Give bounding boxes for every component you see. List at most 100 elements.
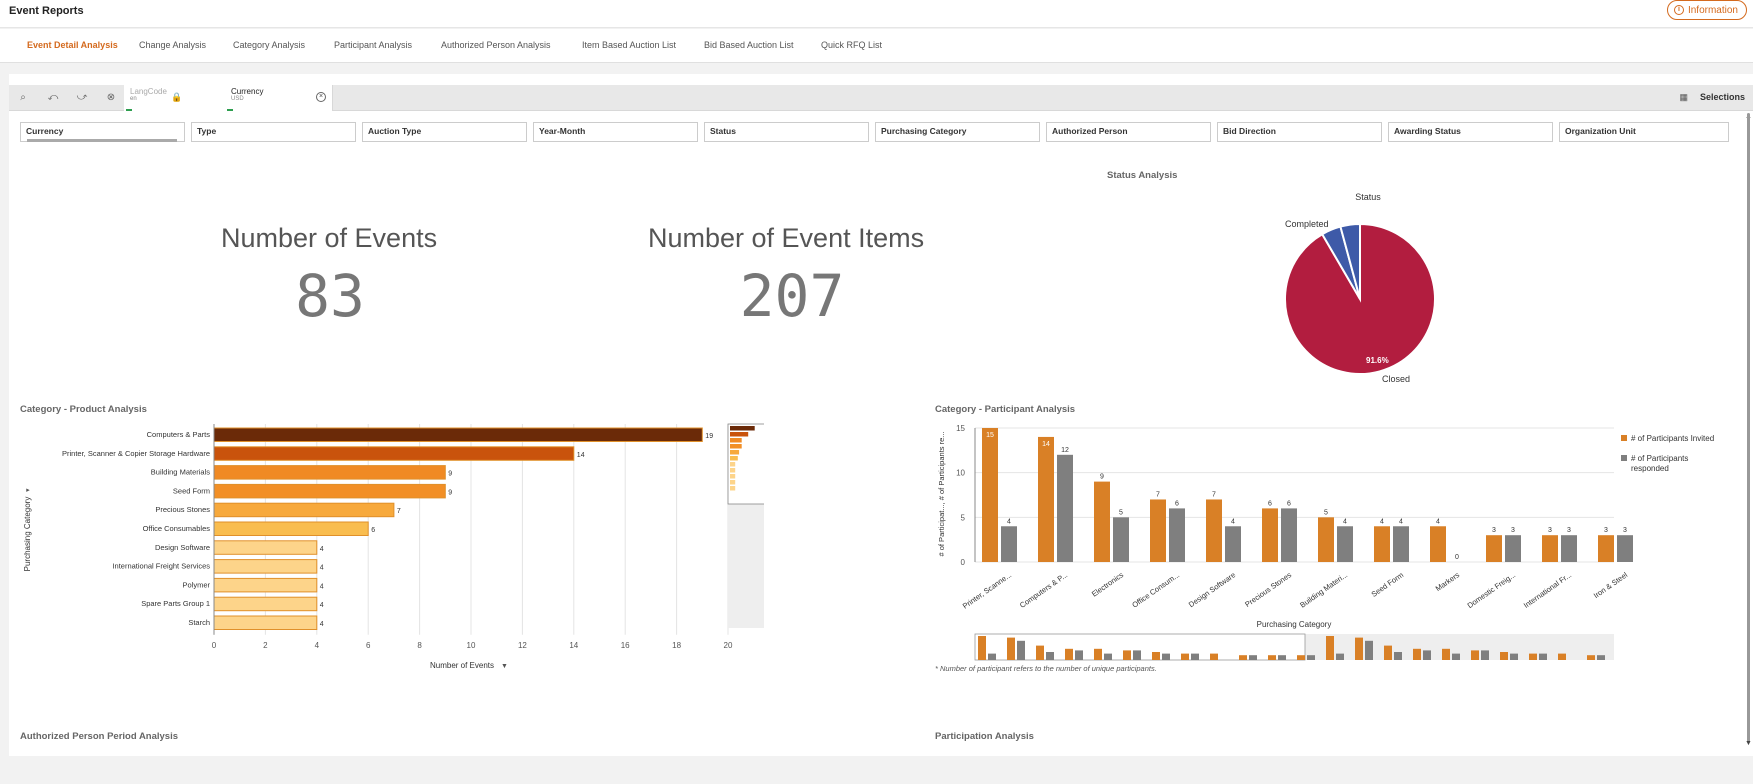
bar-invited[interactable] (1542, 535, 1558, 562)
navigator-bar (1471, 650, 1479, 660)
bar-invited[interactable] (1094, 481, 1110, 562)
bar-value-label: 5 (1324, 509, 1328, 516)
step-back-icon[interactable]: ⤺ (45, 90, 61, 106)
bar-responded[interactable] (1057, 454, 1073, 562)
step-forward-icon[interactable]: ⤻ (74, 90, 90, 106)
bar-invited[interactable] (1038, 436, 1054, 562)
bar-invited[interactable] (982, 428, 998, 562)
bar[interactable] (213, 502, 395, 518)
category-label: Design Software (1187, 570, 1237, 609)
x-tick-label: 4 (315, 641, 320, 650)
bar-responded[interactable] (1337, 526, 1353, 562)
preview-bar (730, 438, 742, 443)
bar-responded[interactable] (1561, 535, 1577, 562)
bar-invited[interactable] (1598, 535, 1614, 562)
participation-title: Participation Analysis (935, 731, 1034, 742)
chip-value: USD (231, 96, 244, 102)
tab-event-detail-analysis[interactable]: Event Detail Analysis (27, 40, 118, 50)
x-tick-label: 14 (569, 641, 578, 650)
tab-participant-analysis[interactable]: Participant Analysis (334, 40, 412, 50)
filter-currency[interactable]: Currency (20, 122, 185, 142)
bar-invited[interactable] (1486, 535, 1502, 562)
bar[interactable] (213, 540, 318, 555)
filter-year-month[interactable]: Year-Month (533, 122, 698, 142)
lock-icon: 🔒 (171, 92, 183, 102)
information-button[interactable]: i Information (1666, 0, 1747, 20)
tab-quick-rfq-list[interactable]: Quick RFQ List (821, 40, 882, 50)
sheet-scrollbar[interactable]: ▲ ▼ (1744, 113, 1753, 747)
scrollbar-thumb[interactable] (1747, 113, 1750, 743)
x-tick-label: 2 (263, 641, 268, 650)
bar[interactable] (213, 427, 703, 442)
tab-change-analysis[interactable]: Change Analysis (139, 40, 206, 50)
bar-value-label: 0 (1455, 554, 1459, 561)
bar[interactable] (213, 577, 318, 593)
selections-icon[interactable]: ▦ (1679, 92, 1688, 103)
bar-invited[interactable] (1150, 499, 1166, 562)
filter-chip-langcode[interactable]: LangCode en 🔒 (124, 85, 234, 111)
category-label: Starch (188, 618, 210, 627)
filter-organization-unit[interactable]: Organization Unit (1559, 122, 1729, 142)
bar-responded[interactable] (1001, 526, 1017, 562)
pie-value-closed: 91.6% (1366, 356, 1389, 365)
bar-responded[interactable] (1225, 526, 1241, 562)
navigator-bar (1036, 645, 1044, 660)
bar-value-label: 9 (448, 489, 452, 496)
bar-value-label: 9 (1100, 474, 1104, 481)
bar[interactable] (213, 559, 318, 574)
filter-purchasing-category[interactable]: Purchasing Category (875, 122, 1040, 142)
selections-button[interactable]: Selections (1700, 92, 1745, 102)
bar[interactable] (213, 615, 318, 630)
category-label: Polymer (182, 580, 210, 589)
scroll-down-icon[interactable]: ▼ (1745, 740, 1752, 747)
tab-bid-based-auction-list[interactable]: Bid Based Auction List (704, 40, 794, 50)
footnote: * Number of participant refers to the nu… (935, 664, 1157, 673)
smart-search-icon[interactable]: ⌕ (15, 90, 31, 106)
chip-label: Currency (231, 87, 264, 96)
tab-item-based-auction-list[interactable]: Item Based Auction List (582, 40, 676, 50)
bar-invited[interactable] (1318, 517, 1334, 562)
bar-value-label: 15 (986, 432, 994, 439)
filter-bid-direction[interactable]: Bid Direction (1217, 122, 1382, 142)
bar-value-label: 4 (320, 583, 324, 590)
bar-value-label: 4 (1436, 518, 1440, 525)
bar-responded[interactable] (1113, 517, 1129, 562)
navigator-bar (1394, 652, 1402, 660)
category-participant-chart[interactable]: 0 5 10 15 15 4 Printer, Scanne... 14 12 Computers… (930, 414, 1730, 664)
filter-type[interactable]: Type (191, 122, 356, 142)
bar-responded[interactable] (1281, 508, 1297, 562)
bar[interactable] (213, 596, 318, 612)
bar-invited[interactable] (1206, 499, 1222, 562)
category-label: Domestic Freig... (1466, 570, 1518, 610)
bar-value-label: 3 (1548, 527, 1552, 534)
bar-value-label: 3 (1511, 527, 1515, 534)
status-pie-chart[interactable]: Status Completed Closed 91.6% (1240, 188, 1460, 388)
filter-auction-type[interactable]: Auction Type (362, 122, 527, 142)
navigator-bar (1558, 653, 1566, 660)
tab-authorized-person-analysis[interactable]: Authorized Person Analysis (441, 40, 551, 50)
filter-status[interactable]: Status (704, 122, 869, 142)
clear-selections-icon[interactable]: ⊗ (103, 90, 119, 106)
bar-invited[interactable] (1374, 526, 1390, 562)
x-tick-label: 18 (672, 641, 681, 650)
bar-invited[interactable] (1262, 508, 1278, 562)
filter-chip-currency[interactable]: Currency USD × (225, 85, 333, 111)
bar-responded[interactable] (1169, 508, 1185, 562)
tab-category-analysis[interactable]: Category Analysis (233, 40, 305, 50)
filter-authorized-person[interactable]: Authorized Person (1046, 122, 1211, 142)
bar-responded[interactable] (1617, 535, 1633, 562)
bar-invited[interactable] (1430, 526, 1446, 562)
bar[interactable] (213, 446, 575, 461)
navigator-bar (1529, 653, 1537, 660)
bar-responded[interactable] (1393, 526, 1409, 562)
navigator-bar (1365, 640, 1373, 660)
bar[interactable] (213, 483, 446, 499)
bar[interactable] (213, 465, 446, 480)
navigator-bar (1075, 650, 1083, 660)
bar[interactable] (213, 521, 369, 536)
filter-awarding-status[interactable]: Awarding Status (1388, 122, 1553, 142)
bar-responded[interactable] (1505, 535, 1521, 562)
category-product-chart[interactable]: 0 2 4 6 8 10 12 14 16 18 20 Computers & Parts 19 Prin… (14, 414, 764, 676)
clear-chip-icon[interactable]: × (316, 92, 326, 102)
bar-value-label: 6 (1287, 500, 1291, 507)
